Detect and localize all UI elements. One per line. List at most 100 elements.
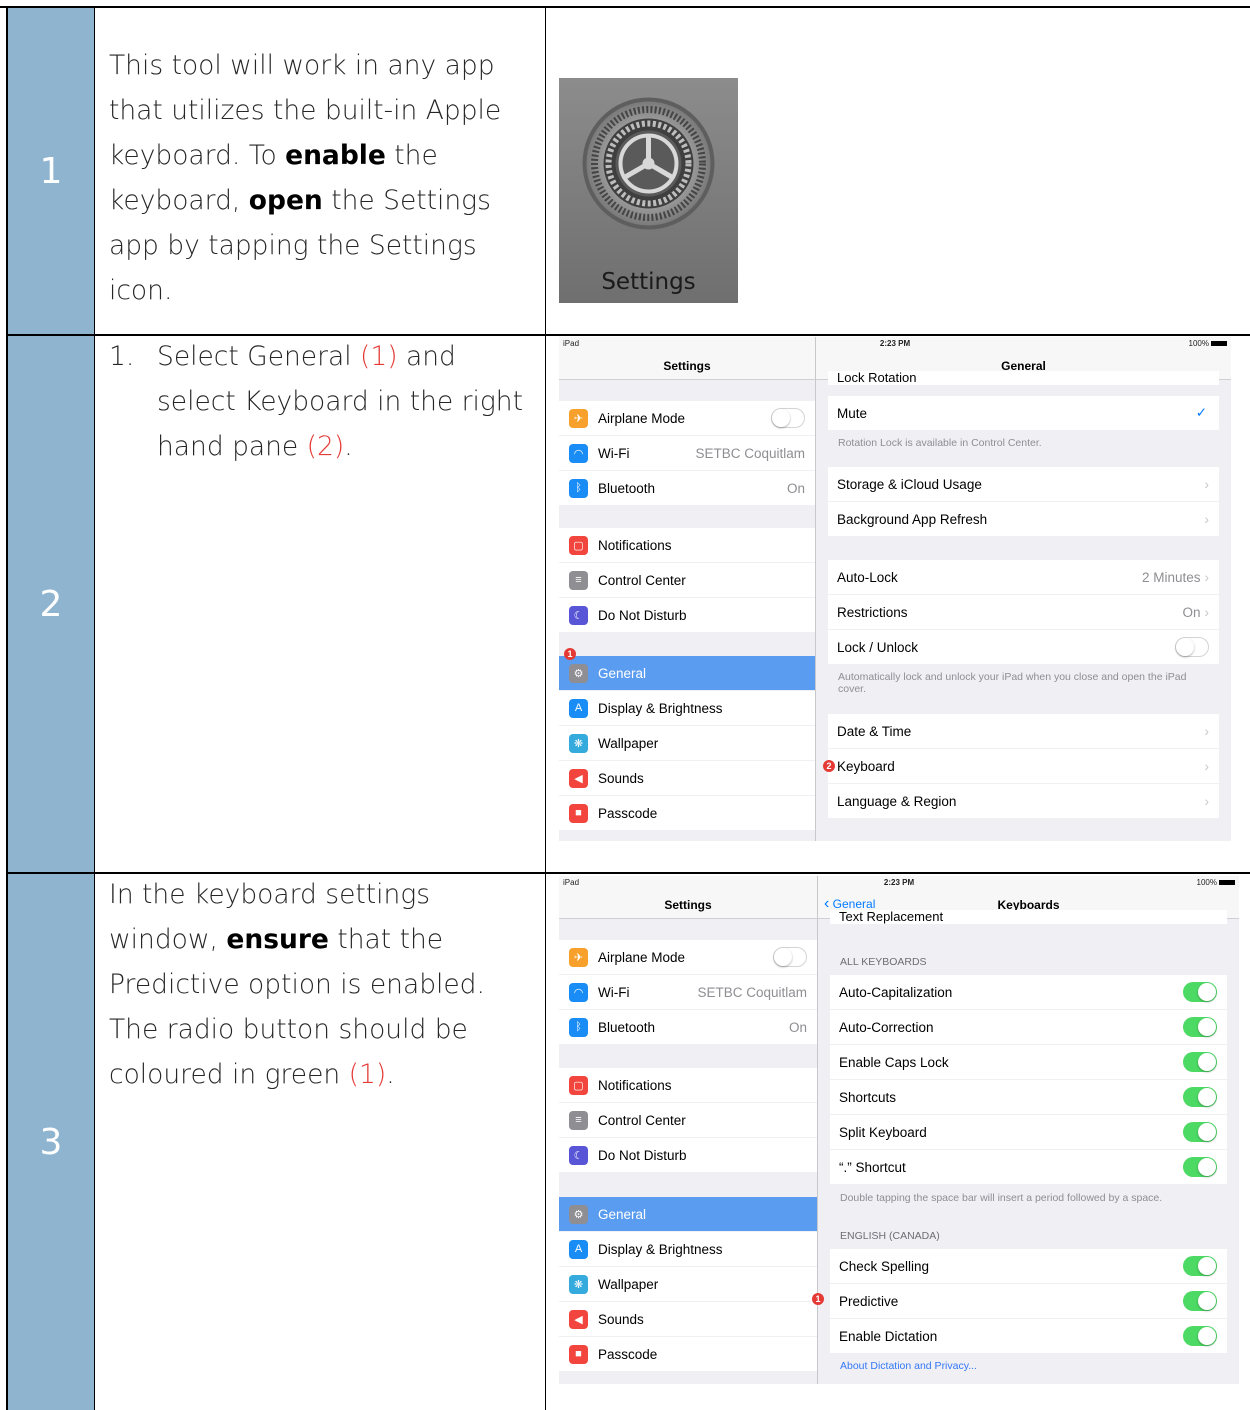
toggle-switch[interactable] — [1183, 1326, 1217, 1346]
notifications-icon: ▢ — [569, 535, 588, 555]
list-marker: 1. — [109, 341, 135, 372]
emphasis-ensure: ensure — [226, 924, 329, 955]
sidebar-item-label: Sounds — [598, 1311, 644, 1327]
sidebar-item-wallpaper[interactable]: ❋ Wallpaper — [559, 726, 815, 760]
ipad-general-screenshot: Settings General iPad 2:23 PM 100% ✈ Airp… — [559, 337, 1231, 841]
emphasis-open: open — [248, 185, 323, 216]
row-split-keyboard[interactable]: Split Keyboard — [830, 1115, 1227, 1149]
sidebar-item-value: SETBC Coquitlam — [695, 445, 805, 461]
gear-icon: ⚙ — [569, 663, 588, 683]
sidebar-item-sounds[interactable]: ◀ Sounds — [559, 761, 815, 795]
row-storage[interactable]: Storage & iCloud Usage › — [828, 467, 1219, 501]
sidebar-item-label: Passcode — [598, 1346, 658, 1362]
toggle-switch[interactable] — [1183, 982, 1217, 1002]
sidebar-item-label: Wi-Fi — [598, 984, 630, 1000]
shortcut-note: Double tapping the space bar will insert… — [840, 1192, 1163, 1204]
sidebar-item-value: On — [786, 480, 805, 496]
callout-number: (2) — [306, 431, 345, 462]
sidebar-item-notifications[interactable]: ▢ Notifications — [559, 528, 815, 562]
row-label: Shortcuts — [839, 1089, 897, 1105]
row-auto-lock[interactable]: Auto-Lock 2 Minutes › — [828, 560, 1219, 594]
row-label: Mute — [837, 405, 868, 421]
bluetooth-icon: ᛒ — [569, 1017, 588, 1037]
row-check-spelling[interactable]: Check Spelling — [830, 1249, 1227, 1283]
row-label: Date & Time — [837, 723, 912, 739]
sidebar-item-bluetooth[interactable]: ᛒ Bluetooth On — [559, 1010, 817, 1044]
airplane-mode-toggle[interactable] — [773, 947, 807, 967]
sidebar-item-wi-fi[interactable]: ◠ Wi-Fi SETBC Coquitlam — [559, 436, 815, 470]
sidebar-item-label: Airplane Mode — [598, 410, 686, 426]
row-mute[interactable]: Mute ✓ — [828, 396, 1219, 430]
sidebar-item-airplane-mode[interactable]: ✈ Airplane Mode — [559, 401, 815, 435]
row-language-region[interactable]: Language & Region › — [828, 784, 1219, 818]
airplane-icon: ✈ — [569, 947, 588, 967]
table-border — [0, 6, 1250, 8]
callout-badge-1: 1 — [564, 648, 576, 660]
row-restrictions[interactable]: Restrictions On › — [828, 595, 1219, 629]
airplane-mode-toggle[interactable] — [771, 408, 805, 428]
sidebar-item-label: Sounds — [598, 770, 644, 786]
step-number-cell-3: 3 — [8, 874, 94, 1410]
sidebar-item-airplane-mode[interactable]: ✈ Airplane Mode — [559, 940, 817, 974]
status-battery: 100% — [1197, 878, 1235, 887]
dictation-privacy-link[interactable]: About Dictation and Privacy... — [840, 1360, 977, 1372]
row-auto-capitalization[interactable]: Auto-Capitalization — [830, 975, 1227, 1009]
toggle-switch[interactable] — [1183, 1017, 1217, 1037]
row-background-refresh[interactable]: Background App Refresh › — [828, 502, 1219, 536]
sidebar-item-label: Display & Brightness — [598, 1241, 723, 1257]
row-shortcut[interactable]: “.” Shortcut — [830, 1150, 1227, 1184]
toggle-switch[interactable] — [1183, 1122, 1217, 1142]
step-number: 1 — [39, 150, 63, 192]
battery-percent: 100% — [1196, 878, 1217, 887]
row-enable-caps-lock[interactable]: Enable Caps Lock — [830, 1045, 1227, 1079]
sidebar-item-general[interactable]: ⚙ General — [559, 1197, 817, 1231]
sidebar-item-wallpaper[interactable]: ❋ Wallpaper — [559, 1267, 817, 1301]
status-bar: iPad 2:23 PM 100% — [559, 876, 1239, 890]
row-label: Split Keyboard — [839, 1124, 927, 1140]
sidebar-item-do-not-disturb[interactable]: ☾ Do Not Disturb — [559, 1138, 817, 1172]
battery-icon — [1219, 880, 1235, 886]
sidebar-item-control-center[interactable]: ≡ Control Center — [559, 1103, 817, 1137]
chevron-right-icon: › — [1204, 569, 1210, 585]
row-predictive[interactable]: Predictive — [830, 1284, 1227, 1318]
sidebar-item-label: Wi-Fi — [598, 445, 630, 461]
sidebar-item-label: Wallpaper — [598, 1276, 659, 1292]
toggle-switch[interactable] — [1183, 1291, 1217, 1311]
sidebar-item-passcode[interactable]: ■ Passcode — [559, 796, 815, 830]
wifi-icon: ◠ — [569, 443, 588, 463]
sidebar-item-display-brightness[interactable]: A Display & Brightness — [559, 1232, 817, 1266]
toggle-switch[interactable] — [1183, 1087, 1217, 1107]
toggle-switch[interactable] — [1183, 1052, 1217, 1072]
row-keyboard[interactable]: Keyboard › — [828, 749, 1219, 783]
sidebar-item-general[interactable]: ⚙ General — [559, 656, 815, 690]
display-icon: A — [569, 698, 588, 718]
sidebar-item-notifications[interactable]: ▢ Notifications — [559, 1068, 817, 1102]
sidebar-item-wi-fi[interactable]: ◠ Wi-Fi SETBC Coquitlam — [559, 975, 817, 1009]
row-enable-dictation[interactable]: Enable Dictation — [830, 1319, 1227, 1353]
sidebar-item-sounds[interactable]: ◀ Sounds — [559, 1302, 817, 1336]
toggle-switch[interactable] — [1183, 1256, 1217, 1276]
left-pane-title: Settings — [664, 898, 712, 912]
lock-unlock-toggle[interactable] — [1175, 637, 1209, 657]
row-label: Auto-Correction — [839, 1019, 934, 1035]
sidebar-item-control-center[interactable]: ≡ Control Center — [559, 563, 815, 597]
row-shortcuts[interactable]: Shortcuts — [830, 1080, 1227, 1114]
general-content: Lock Rotation Mute ✓ Rotation Lock is ava… — [816, 371, 1231, 841]
row-date-time[interactable]: Date & Time › — [828, 714, 1219, 748]
row-auto-correction[interactable]: Auto-Correction — [830, 1010, 1227, 1044]
lock-icon: ■ — [569, 803, 588, 823]
row-lock-unlock[interactable]: Lock / Unlock — [828, 630, 1219, 664]
table-border — [94, 6, 95, 1410]
sidebar-item-label: Display & Brightness — [598, 700, 723, 716]
sidebar-item-bluetooth[interactable]: ᛒ Bluetooth On — [559, 471, 815, 505]
toggle-switch[interactable] — [1183, 1157, 1217, 1177]
sidebar-item-passcode[interactable]: ■ Passcode — [559, 1337, 817, 1371]
settings-icon-label: Settings — [601, 269, 696, 295]
callout-number: (1) — [348, 1059, 387, 1090]
chevron-right-icon: › — [1204, 723, 1210, 739]
sidebar-item-do-not-disturb[interactable]: ☾ Do Not Disturb — [559, 598, 815, 632]
sidebar-item-display-brightness[interactable]: A Display & Brightness — [559, 691, 815, 725]
gear-icon — [582, 97, 715, 230]
display-icon: A — [569, 1239, 588, 1259]
control-center-icon: ≡ — [569, 1110, 588, 1130]
